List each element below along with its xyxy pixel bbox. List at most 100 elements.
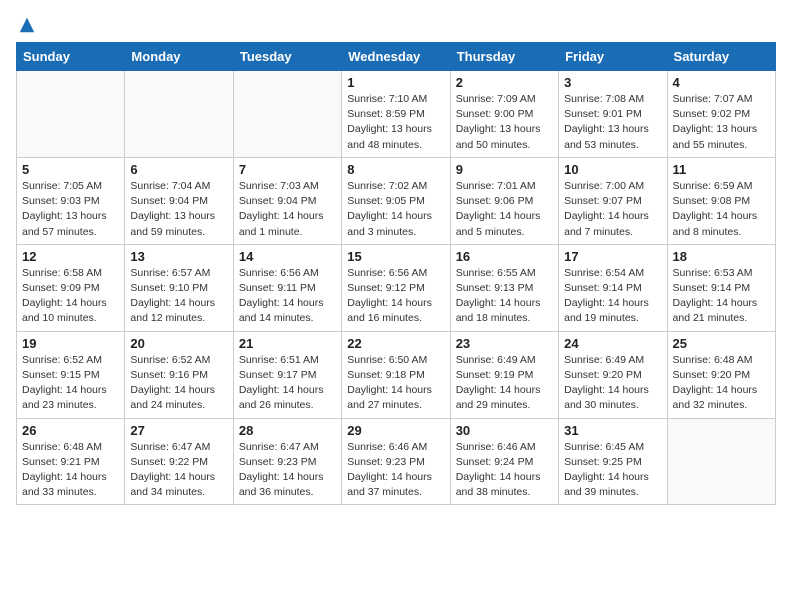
day-info: Sunrise: 7:04 AM Sunset: 9:04 PM Dayligh… xyxy=(130,179,227,240)
day-number: 13 xyxy=(130,249,227,264)
calendar-cell: 2Sunrise: 7:09 AM Sunset: 9:00 PM Daylig… xyxy=(450,71,558,158)
day-number: 22 xyxy=(347,336,444,351)
calendar-cell: 16Sunrise: 6:55 AM Sunset: 9:13 PM Dayli… xyxy=(450,244,558,331)
day-number: 28 xyxy=(239,423,336,438)
calendar-cell: 29 Sunrise: 6:46 AM Sunset: 9:23 PM Dayli… xyxy=(342,418,450,505)
day-number: 21 xyxy=(239,336,336,351)
day-info: Sunrise: 6:57 AM Sunset: 9:10 PM Dayligh… xyxy=(130,266,227,327)
day-number: 31 xyxy=(564,423,661,438)
day-of-week-header: Thursday xyxy=(450,43,558,71)
calendar-cell: 21 Sunrise: 6:51 AM Sunset: 9:17 PM Dayli… xyxy=(233,331,341,418)
calendar-cell: 7 Sunrise: 7:03 AM Sunset: 9:04 PM Daylig… xyxy=(233,157,341,244)
calendar-cell: 30 Sunrise: 6:46 AM Sunset: 9:24 PM Dayli… xyxy=(450,418,558,505)
day-number: 18 xyxy=(673,249,770,264)
day-info: Sunrise: 6:46 AM Sunset: 9:24 PM Dayligh… xyxy=(456,440,553,501)
calendar-week-row: 19 Sunrise: 6:52 AM Sunset: 9:15 PM Dayli… xyxy=(17,331,776,418)
day-info: Sunrise: 6:59 AM Sunset: 9:08 PM Dayligh… xyxy=(673,179,770,240)
logo-icon xyxy=(18,16,36,34)
calendar-cell: 11 Sunrise: 6:59 AM Sunset: 9:08 PM Dayli… xyxy=(667,157,775,244)
day-info: Sunrise: 6:56 AM Sunset: 9:12 PM Dayligh… xyxy=(347,266,444,327)
day-number: 1 xyxy=(347,75,444,90)
calendar-cell: 14 Sunrise: 6:56 AM Sunset: 9:11 PM Dayli… xyxy=(233,244,341,331)
calendar-cell xyxy=(17,71,125,158)
calendar-cell: 8Sunrise: 7:02 AM Sunset: 9:05 PM Daylig… xyxy=(342,157,450,244)
day-info: Sunrise: 6:52 AM Sunset: 9:16 PM Dayligh… xyxy=(130,353,227,414)
calendar-week-row: 12 Sunrise: 6:58 AM Sunset: 9:09 PM Dayli… xyxy=(17,244,776,331)
calendar-cell: 6 Sunrise: 7:04 AM Sunset: 9:04 PM Daylig… xyxy=(125,157,233,244)
calendar-cell: 26Sunrise: 6:48 AM Sunset: 9:21 PM Dayli… xyxy=(17,418,125,505)
day-number: 10 xyxy=(564,162,661,177)
calendar-cell xyxy=(233,71,341,158)
calendar-cell: 9 Sunrise: 7:01 AM Sunset: 9:06 PM Daylig… xyxy=(450,157,558,244)
day-info: Sunrise: 7:02 AM Sunset: 9:05 PM Dayligh… xyxy=(347,179,444,240)
calendar-cell: 28 Sunrise: 6:47 AM Sunset: 9:23 PM Dayli… xyxy=(233,418,341,505)
calendar-cell: 23 Sunrise: 6:49 AM Sunset: 9:19 PM Dayli… xyxy=(450,331,558,418)
day-info: Sunrise: 6:46 AM Sunset: 9:23 PM Dayligh… xyxy=(347,440,444,501)
day-number: 2 xyxy=(456,75,553,90)
day-info: Sunrise: 6:49 AM Sunset: 9:19 PM Dayligh… xyxy=(456,353,553,414)
day-info: Sunrise: 7:07 AM Sunset: 9:02 PM Dayligh… xyxy=(673,92,770,153)
day-info: Sunrise: 6:51 AM Sunset: 9:17 PM Dayligh… xyxy=(239,353,336,414)
calendar-cell: 15 Sunrise: 6:56 AM Sunset: 9:12 PM Dayli… xyxy=(342,244,450,331)
calendar-cell: 20Sunrise: 6:52 AM Sunset: 9:16 PM Dayli… xyxy=(125,331,233,418)
calendar-table: SundayMondayTuesdayWednesdayThursdayFrid… xyxy=(16,42,776,505)
day-info: Sunrise: 6:52 AM Sunset: 9:15 PM Dayligh… xyxy=(22,353,119,414)
page-header xyxy=(16,16,776,34)
calendar-cell: 10 Sunrise: 7:00 AM Sunset: 9:07 PM Dayli… xyxy=(559,157,667,244)
day-info: Sunrise: 6:54 AM Sunset: 9:14 PM Dayligh… xyxy=(564,266,661,327)
calendar-cell xyxy=(125,71,233,158)
day-number: 15 xyxy=(347,249,444,264)
day-of-week-header: Saturday xyxy=(667,43,775,71)
calendar-cell: 31 Sunrise: 6:45 AM Sunset: 9:25 PM Dayli… xyxy=(559,418,667,505)
calendar-cell: 17 Sunrise: 6:54 AM Sunset: 9:14 PM Dayli… xyxy=(559,244,667,331)
logo xyxy=(16,16,36,34)
calendar-cell: 3 Sunrise: 7:08 AM Sunset: 9:01 PM Daylig… xyxy=(559,71,667,158)
day-number: 17 xyxy=(564,249,661,264)
day-number: 6 xyxy=(130,162,227,177)
calendar-cell: 12 Sunrise: 6:58 AM Sunset: 9:09 PM Dayli… xyxy=(17,244,125,331)
day-of-week-header: Tuesday xyxy=(233,43,341,71)
day-number: 25 xyxy=(673,336,770,351)
day-number: 7 xyxy=(239,162,336,177)
day-number: 24 xyxy=(564,336,661,351)
calendar-cell: 1Sunrise: 7:10 AM Sunset: 8:59 PM Daylig… xyxy=(342,71,450,158)
day-number: 4 xyxy=(673,75,770,90)
day-number: 23 xyxy=(456,336,553,351)
day-info: Sunrise: 6:53 AM Sunset: 9:14 PM Dayligh… xyxy=(673,266,770,327)
day-info: Sunrise: 7:01 AM Sunset: 9:06 PM Dayligh… xyxy=(456,179,553,240)
day-of-week-header: Friday xyxy=(559,43,667,71)
day-of-week-header: Monday xyxy=(125,43,233,71)
calendar-cell: 19 Sunrise: 6:52 AM Sunset: 9:15 PM Dayli… xyxy=(17,331,125,418)
calendar-cell: 13 Sunrise: 6:57 AM Sunset: 9:10 PM Dayli… xyxy=(125,244,233,331)
day-info: Sunrise: 7:00 AM Sunset: 9:07 PM Dayligh… xyxy=(564,179,661,240)
day-info: Sunrise: 6:50 AM Sunset: 9:18 PM Dayligh… xyxy=(347,353,444,414)
day-number: 3 xyxy=(564,75,661,90)
calendar-cell xyxy=(667,418,775,505)
day-number: 19 xyxy=(22,336,119,351)
day-info: Sunrise: 6:45 AM Sunset: 9:25 PM Dayligh… xyxy=(564,440,661,501)
day-number: 5 xyxy=(22,162,119,177)
calendar-cell: 25 Sunrise: 6:48 AM Sunset: 9:20 PM Dayli… xyxy=(667,331,775,418)
day-number: 12 xyxy=(22,249,119,264)
day-info: Sunrise: 6:47 AM Sunset: 9:23 PM Dayligh… xyxy=(239,440,336,501)
day-number: 27 xyxy=(130,423,227,438)
day-number: 14 xyxy=(239,249,336,264)
day-number: 29 xyxy=(347,423,444,438)
calendar-cell: 18 Sunrise: 6:53 AM Sunset: 9:14 PM Dayli… xyxy=(667,244,775,331)
day-number: 9 xyxy=(456,162,553,177)
day-info: Sunrise: 6:47 AM Sunset: 9:22 PM Dayligh… xyxy=(130,440,227,501)
calendar-week-row: 26Sunrise: 6:48 AM Sunset: 9:21 PM Dayli… xyxy=(17,418,776,505)
day-info: Sunrise: 6:48 AM Sunset: 9:21 PM Dayligh… xyxy=(22,440,119,501)
day-number: 30 xyxy=(456,423,553,438)
day-info: Sunrise: 6:48 AM Sunset: 9:20 PM Dayligh… xyxy=(673,353,770,414)
day-info: Sunrise: 6:49 AM Sunset: 9:20 PM Dayligh… xyxy=(564,353,661,414)
day-info: Sunrise: 6:58 AM Sunset: 9:09 PM Dayligh… xyxy=(22,266,119,327)
day-info: Sunrise: 7:03 AM Sunset: 9:04 PM Dayligh… xyxy=(239,179,336,240)
day-info: Sunrise: 6:56 AM Sunset: 9:11 PM Dayligh… xyxy=(239,266,336,327)
day-of-week-header: Sunday xyxy=(17,43,125,71)
day-number: 11 xyxy=(673,162,770,177)
calendar-header-row: SundayMondayTuesdayWednesdayThursdayFrid… xyxy=(17,43,776,71)
day-of-week-header: Wednesday xyxy=(342,43,450,71)
day-info: Sunrise: 6:55 AM Sunset: 9:13 PM Dayligh… xyxy=(456,266,553,327)
day-info: Sunrise: 7:08 AM Sunset: 9:01 PM Dayligh… xyxy=(564,92,661,153)
